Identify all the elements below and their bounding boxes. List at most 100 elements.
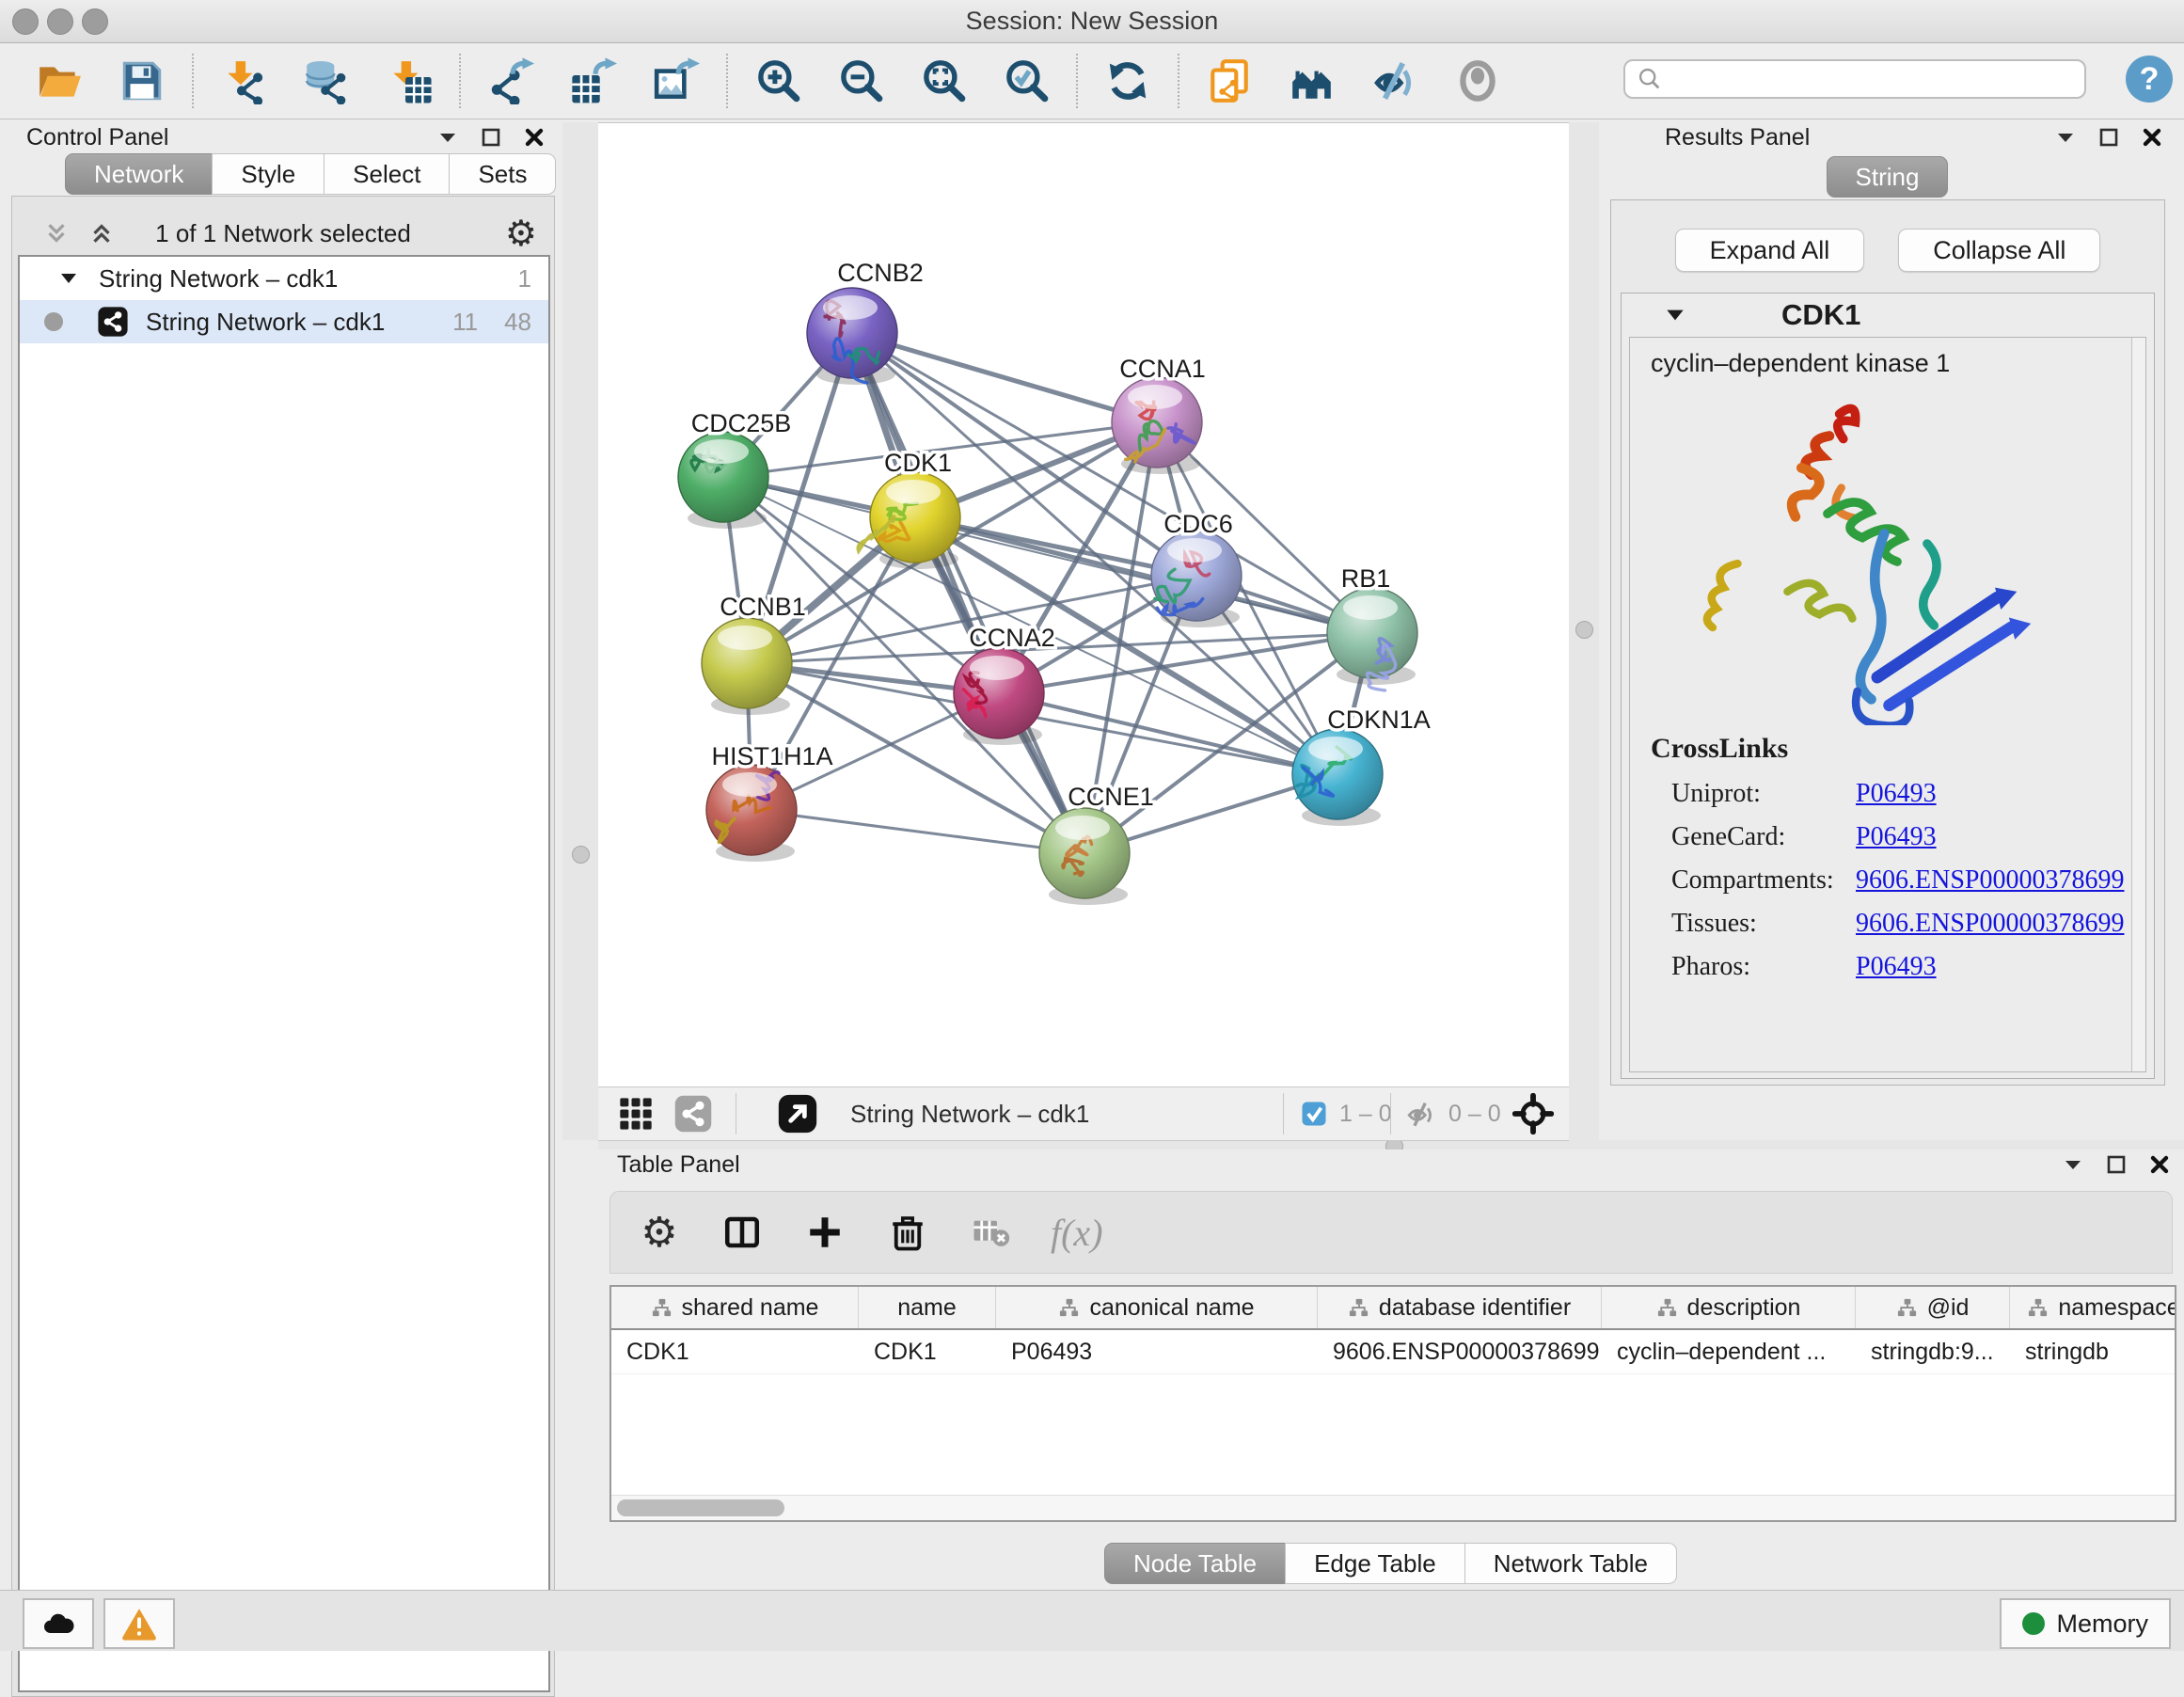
fit-selected-button[interactable]	[1512, 1093, 1554, 1134]
tab-network[interactable]: Network	[65, 153, 213, 195]
birds-eye-toggle-button[interactable]	[777, 1093, 818, 1134]
network-share-view-button[interactable]	[673, 1093, 713, 1134]
float-window-icon[interactable]	[2097, 126, 2120, 149]
column-header-database-identifier[interactable]: database identifier	[1318, 1287, 1602, 1328]
open-session-button[interactable]	[32, 54, 87, 108]
search-input[interactable]	[1663, 65, 2084, 93]
network-node-cdc25b[interactable]	[678, 432, 768, 529]
close-panel-icon[interactable]	[2141, 126, 2163, 149]
warning-status-button[interactable]	[103, 1598, 175, 1649]
tab-style[interactable]: Style	[212, 153, 324, 195]
network-node-hist1h1a[interactable]	[706, 765, 797, 862]
export-table-button[interactable]	[566, 54, 621, 108]
network-node-ccne1[interactable]	[1039, 808, 1130, 905]
column-header-canonical-name[interactable]: canonical name	[996, 1287, 1318, 1328]
network-node-rb1[interactable]	[1327, 588, 1417, 690]
table-cell[interactable]: CDK1	[859, 1330, 996, 1373]
network-edge[interactable]	[852, 333, 1157, 422]
gene-card-scrollbar[interactable]	[2131, 338, 2145, 1071]
create-column-icon[interactable]	[802, 1210, 847, 1255]
table-cell[interactable]: stringdb:9...	[1856, 1330, 2010, 1373]
tab-sets[interactable]: Sets	[449, 153, 556, 195]
network-node-ccna2[interactable]	[954, 648, 1044, 745]
selected-checkbox-icon[interactable]	[1300, 1100, 1328, 1128]
save-session-button[interactable]	[115, 54, 169, 108]
network-edge[interactable]	[752, 810, 1084, 853]
zoom-in-button[interactable]	[751, 54, 805, 108]
close-panel-icon[interactable]	[523, 126, 546, 149]
tab-network-table[interactable]: Network Table	[1464, 1543, 1677, 1584]
network-node-cdc6[interactable]	[1151, 531, 1242, 627]
network-node-ccna1[interactable]	[1112, 377, 1202, 474]
column-header-description[interactable]: description	[1602, 1287, 1856, 1328]
help-button[interactable]: ?	[2126, 56, 2173, 103]
refresh-button[interactable]	[1100, 54, 1155, 108]
right-splitter-handle[interactable]	[1575, 621, 1593, 639]
delete-row-trash-icon[interactable]	[885, 1210, 930, 1255]
column-header-name[interactable]: name	[859, 1287, 996, 1328]
network-node-ccnb2[interactable]	[807, 288, 897, 385]
table-cell[interactable]: stringdb	[2010, 1330, 2176, 1373]
left-splitter[interactable]	[562, 122, 598, 1140]
export-network-button[interactable]	[483, 54, 538, 108]
zoom-selected-button[interactable]	[999, 54, 1053, 108]
table-cell[interactable]: cyclin–dependent ...	[1602, 1330, 1856, 1373]
import-database-button[interactable]	[299, 54, 354, 108]
float-menu-icon[interactable]	[436, 126, 459, 149]
column-header--id[interactable]: @id	[1856, 1287, 2010, 1328]
export-network-icon	[487, 57, 534, 104]
table-row[interactable]: CDK1CDK1P064939606.ENSP00000378699cyclin…	[611, 1330, 2175, 1374]
copy-button[interactable]	[1202, 54, 1257, 108]
left-splitter-handle[interactable]	[572, 846, 590, 864]
collection-expand-icon[interactable]	[57, 267, 80, 290]
tab-node-table[interactable]: Node Table	[1104, 1543, 1286, 1584]
crosslink-link[interactable]: P06493	[1856, 952, 1937, 982]
float-window-icon[interactable]	[2105, 1153, 2128, 1176]
hide-unhide-button[interactable]	[1368, 54, 1422, 108]
cloud-status-button[interactable]	[23, 1598, 94, 1649]
crosslink-link[interactable]: P06493	[1856, 779, 1937, 809]
show-eye-button[interactable]	[1450, 54, 1505, 108]
table-cell[interactable]: 9606.ENSP00000378699	[1318, 1330, 1602, 1373]
gene-card-header[interactable]: CDK1	[1622, 293, 2154, 337]
float-menu-icon[interactable]	[2054, 126, 2077, 149]
tab-edge-table[interactable]: Edge Table	[1285, 1543, 1465, 1584]
network-options-gear-icon[interactable]: ⚙	[505, 214, 537, 255]
collapse-all-button[interactable]: Collapse All	[1898, 229, 2100, 272]
memory-button[interactable]: Memory	[2000, 1598, 2171, 1649]
float-window-icon[interactable]	[480, 126, 502, 149]
split-columns-icon[interactable]	[720, 1210, 765, 1255]
table-cell[interactable]: CDK1	[611, 1330, 859, 1373]
export-image-button[interactable]	[649, 54, 704, 108]
table-cell[interactable]: P06493	[996, 1330, 1318, 1373]
crosslink-link[interactable]: 9606.ENSP00000378699	[1856, 865, 2124, 896]
gene-card-collapse-icon[interactable]	[1663, 303, 1687, 327]
expand-all-button[interactable]: Expand All	[1675, 229, 1865, 272]
crosslink-link[interactable]: P06493	[1856, 822, 1937, 852]
network-edge[interactable]	[852, 333, 1084, 853]
network-edge[interactable]	[999, 693, 1337, 774]
string-home-button[interactable]	[1285, 54, 1339, 108]
network-node-cdkn1a[interactable]	[1292, 729, 1383, 826]
zoom-fit-button[interactable]	[916, 54, 971, 108]
network-canvas[interactable]: CCNB2CCNA1CDC25BCDK1CDC6RB1CCNB1CCNA2CDK…	[598, 122, 1569, 1087]
close-panel-icon[interactable]	[2148, 1153, 2171, 1176]
scrollbar-thumb[interactable]	[617, 1499, 784, 1516]
table-horizontal-scrollbar[interactable]	[611, 1495, 2175, 1520]
column-header-namespace[interactable]: namespace	[2010, 1287, 2176, 1328]
hidden-eye-icon[interactable]	[1405, 1098, 1437, 1130]
grid-view-button[interactable]	[617, 1093, 655, 1134]
import-table-button[interactable]	[382, 54, 436, 108]
crosslink-link[interactable]: 9606.ENSP00000378699	[1856, 909, 2124, 939]
float-menu-icon[interactable]	[2062, 1153, 2084, 1176]
table-options-gear-icon[interactable]: ⚙	[637, 1210, 682, 1255]
network-node-ccnb1[interactable]	[702, 618, 792, 715]
network-collection-row[interactable]: String Network – cdk1 1	[20, 257, 548, 300]
tab-string[interactable]: String	[1827, 156, 1949, 198]
import-network-button[interactable]	[216, 54, 271, 108]
tab-select[interactable]: Select	[324, 153, 450, 195]
column-header-shared-name[interactable]: shared name	[611, 1287, 859, 1328]
zoom-out-button[interactable]	[833, 54, 888, 108]
table-panel-tabs: Node Table Edge Table Network Table	[598, 1543, 2184, 1584]
network-row[interactable]: String Network – cdk1 11 48	[20, 300, 548, 343]
